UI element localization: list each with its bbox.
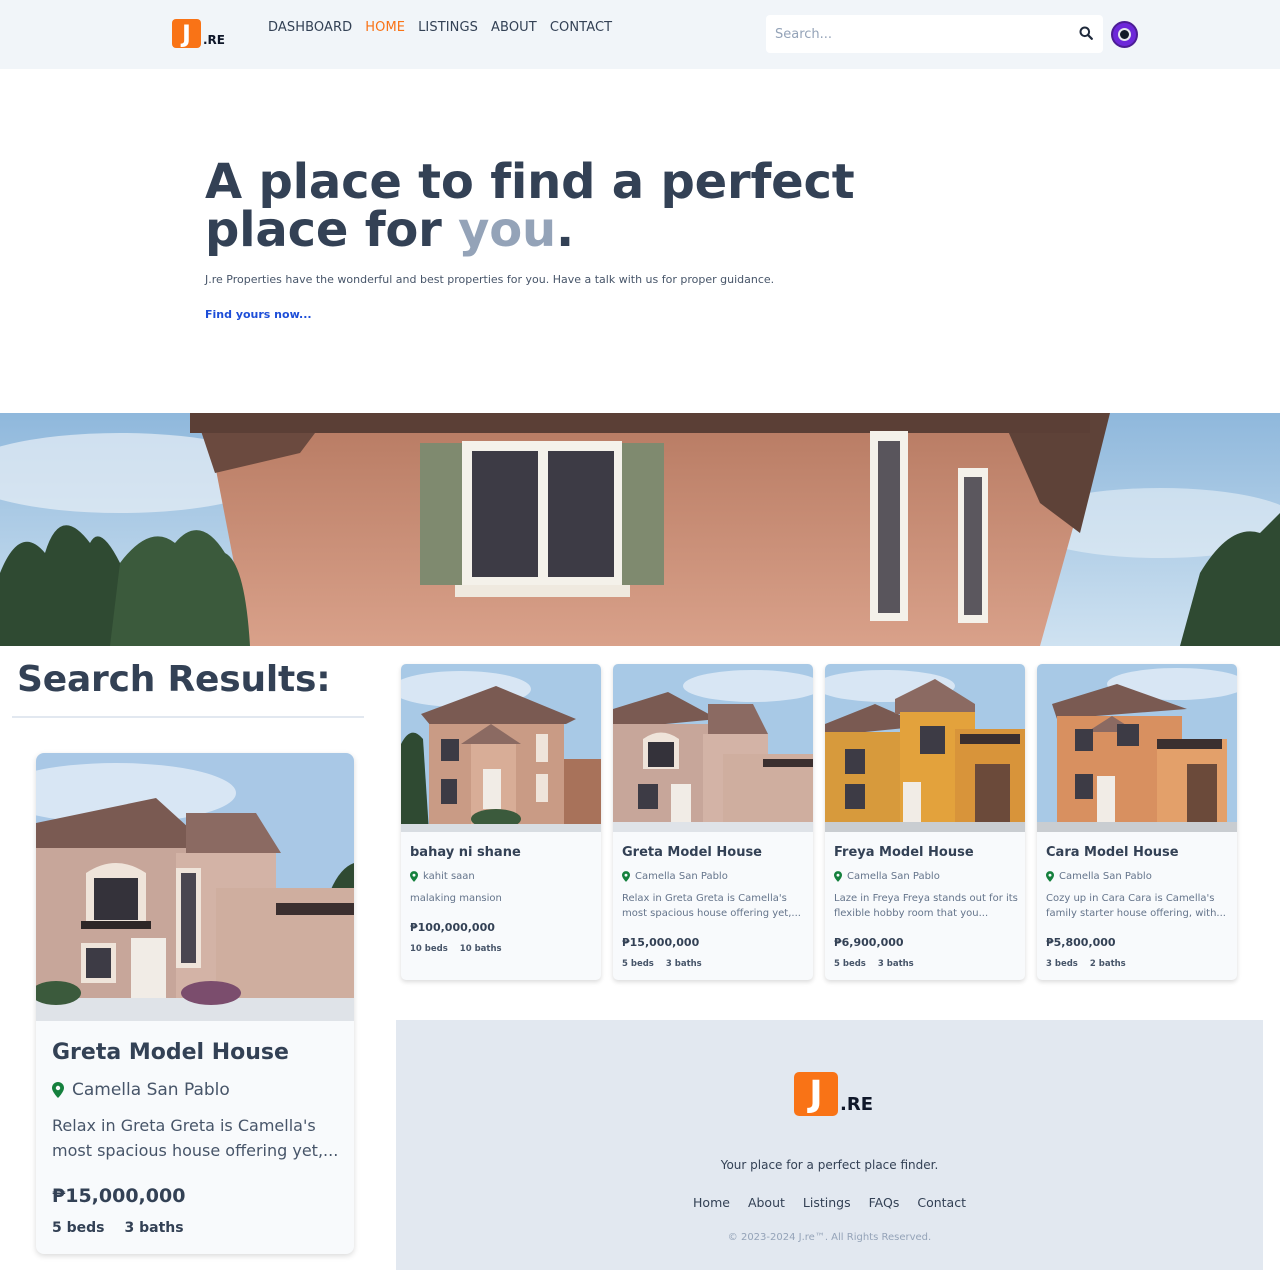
location-text-4: Camella San Pablo xyxy=(1059,871,1152,882)
property-location-3: Camella San Pablo xyxy=(834,871,940,882)
nav-listings[interactable]: LISTINGS xyxy=(418,20,478,35)
hero-title-accent: you xyxy=(458,202,557,258)
location-pin-icon xyxy=(834,871,842,882)
featured-property-title[interactable]: Greta Model House xyxy=(52,1040,289,1065)
property-title-3[interactable]: Freya Model House xyxy=(834,845,974,860)
property-description-3: Laze in Freya Freya stands out for its f… xyxy=(834,893,1018,919)
property-location-2: Camella San Pablo xyxy=(622,871,728,882)
hero-subtitle: J.re Properties have the wonderful and b… xyxy=(205,273,775,286)
beds-3: 5 beds xyxy=(834,959,866,969)
logo-letter: J xyxy=(172,19,201,48)
footer-copyright: © 2023-2024 J.re™. All Rights Reserved. xyxy=(727,1232,932,1243)
featured-beds: 5 beds xyxy=(52,1220,105,1236)
featured-baths: 3 baths xyxy=(124,1220,184,1236)
location-pin-icon xyxy=(52,1082,64,1098)
property-specs-4: 3 beds 2 baths xyxy=(1046,959,1126,969)
location-pin-icon xyxy=(622,871,630,882)
nav-home[interactable]: HOME xyxy=(365,20,405,35)
featured-property-image xyxy=(36,753,354,1021)
property-card-2[interactable]: Greta Model House Camella San Pablo Rela… xyxy=(613,664,813,980)
property-card-1[interactable]: bahay ni shane kahit saan malaking mansi… xyxy=(401,664,601,980)
location-text-2: Camella San Pablo xyxy=(635,871,728,882)
featured-property-card[interactable]: Greta Model House Camella San Pablo Rela… xyxy=(36,753,354,1254)
property-price-3: ₱6,900,000 xyxy=(834,936,904,949)
footer-logo-letter: J xyxy=(794,1072,838,1116)
featured-property-price: ₱15,000,000 xyxy=(52,1185,186,1207)
find-yours-link[interactable]: Find yours now... xyxy=(205,308,312,321)
property-title-2[interactable]: Greta Model House xyxy=(622,845,762,860)
property-title-4[interactable]: Cara Model House xyxy=(1046,845,1179,860)
brand-logo[interactable]: J .RE xyxy=(172,19,225,48)
property-image-4 xyxy=(1037,664,1237,832)
property-image-3 xyxy=(825,664,1025,832)
property-specs-2: 5 beds 3 baths xyxy=(622,959,702,969)
hero-title-end: . xyxy=(556,202,575,258)
property-location-4: Camella San Pablo xyxy=(1046,871,1152,882)
hero-title-line2: place for xyxy=(205,202,459,258)
site-footer: J .RE Your place for a perfect place fin… xyxy=(396,1020,1263,1270)
property-description-4: Cozy up in Cara Cara is Camella's family… xyxy=(1046,893,1226,919)
hero-title: A place to find a perfect place for you. xyxy=(205,158,855,254)
hero-banner-image xyxy=(0,413,1280,646)
property-image-1 xyxy=(401,664,601,832)
baths-1: 10 baths xyxy=(459,944,502,954)
footer-logo-suffix: .RE xyxy=(840,1094,873,1115)
nav-contact[interactable]: CONTACT xyxy=(550,20,612,35)
property-card-4[interactable]: Cara Model House Camella San Pablo Cozy … xyxy=(1037,664,1237,980)
location-text-1: kahit saan xyxy=(423,871,475,882)
baths-2: 3 baths xyxy=(665,959,702,969)
beds-1: 10 beds xyxy=(410,944,448,954)
property-specs-3: 5 beds 3 baths xyxy=(834,959,914,969)
property-card-3[interactable]: Freya Model House Camella San Pablo Laze… xyxy=(825,664,1025,980)
property-description-2: Relax in Greta Greta is Camella's most s… xyxy=(622,893,801,919)
top-header: J .RE DASHBOARD HOME LISTINGS ABOUT CONT… xyxy=(0,0,1280,69)
location-pin-icon xyxy=(1046,871,1054,882)
location-pin-icon xyxy=(410,871,418,882)
featured-property-description: Relax in Greta Greta is Camella's most s… xyxy=(52,1116,339,1160)
property-price-2: ₱15,000,000 xyxy=(622,936,700,949)
baths-3: 3 baths xyxy=(877,959,914,969)
property-location-1: kahit saan xyxy=(410,871,475,882)
footer-links: Home About Listings FAQs Contact xyxy=(396,1195,1263,1210)
property-price-1: ₱100,000,000 xyxy=(410,921,495,934)
main-nav: DASHBOARD HOME LISTINGS ABOUT CONTACT xyxy=(268,20,612,35)
search-icon[interactable] xyxy=(1079,26,1093,40)
featured-property-location: Camella San Pablo xyxy=(52,1080,230,1100)
featured-location-text: Camella San Pablo xyxy=(72,1080,230,1100)
nav-about[interactable]: ABOUT xyxy=(491,20,537,35)
location-text-3: Camella San Pablo xyxy=(847,871,940,882)
results-divider xyxy=(12,716,364,718)
search-results-heading: Search Results: xyxy=(17,659,331,700)
property-specs-1: 10 beds 10 baths xyxy=(410,944,502,954)
beds-2: 5 beds xyxy=(622,959,654,969)
footer-tagline: Your place for a perfect place finder. xyxy=(720,1158,939,1172)
nav-dashboard[interactable]: DASHBOARD xyxy=(268,20,352,35)
property-title-1[interactable]: bahay ni shane xyxy=(410,845,521,860)
footer-link-faqs[interactable]: FAQs xyxy=(869,1195,900,1210)
search-box xyxy=(766,15,1103,53)
featured-property-specs: 5 beds 3 baths xyxy=(52,1220,184,1236)
property-description-1: malaking mansion xyxy=(410,893,502,904)
user-avatar[interactable] xyxy=(1111,21,1138,48)
beds-4: 3 beds xyxy=(1046,959,1078,969)
property-price-4: ₱5,800,000 xyxy=(1046,936,1116,949)
avatar-image xyxy=(1118,28,1131,41)
footer-logo[interactable]: J .RE xyxy=(794,1072,873,1116)
baths-4: 2 baths xyxy=(1089,959,1126,969)
footer-link-about[interactable]: About xyxy=(748,1195,785,1210)
logo-suffix: .RE xyxy=(203,33,225,47)
footer-link-contact[interactable]: Contact xyxy=(917,1195,966,1210)
footer-link-listings[interactable]: Listings xyxy=(803,1195,851,1210)
property-image-2 xyxy=(613,664,813,832)
search-input[interactable] xyxy=(766,26,1066,42)
footer-link-home[interactable]: Home xyxy=(693,1195,730,1210)
